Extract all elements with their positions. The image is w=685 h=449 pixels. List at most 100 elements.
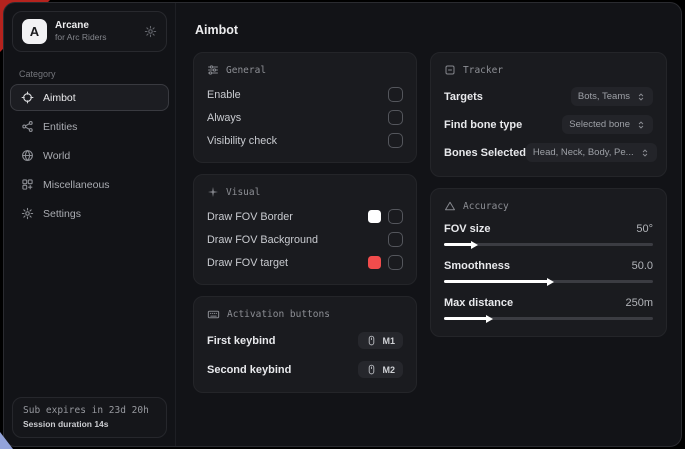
- tracker-row: Bones Selected Head, Neck, Body, Pe...: [444, 143, 653, 162]
- app-subtitle: for Arc Riders: [55, 32, 107, 43]
- app-title: Arcane: [55, 20, 107, 33]
- sidebar: A Arcane for Arc Riders Category Aimbot: [4, 3, 176, 446]
- crosshair-icon: [21, 91, 34, 104]
- find-bone-type-dropdown[interactable]: Selected bone: [562, 115, 653, 134]
- sub-expires-text: Sub expires in 23d 20h: [23, 405, 156, 416]
- setting-row: Draw FOV Border: [207, 209, 403, 224]
- slider-value: 250m: [625, 297, 653, 309]
- mouse-icon: [366, 364, 377, 375]
- sidebar-item-entities[interactable]: Entities: [10, 113, 169, 140]
- draw-fov-target-checkbox[interactable]: [388, 255, 403, 270]
- brand-card: A Arcane for Arc Riders: [12, 11, 167, 52]
- draw-fov-border-checkbox[interactable]: [388, 209, 403, 224]
- visual-card: Visual Draw FOV Border Draw FOV Backgrou…: [193, 174, 417, 285]
- setting-label: Draw FOV target: [207, 257, 288, 269]
- keybind-value: M1: [382, 336, 395, 346]
- draw-fov-background-checkbox[interactable]: [388, 232, 403, 247]
- target-icon: [444, 64, 456, 76]
- slider-label: Smoothness: [444, 260, 510, 272]
- always-checkbox[interactable]: [388, 110, 403, 125]
- unfold-icon: [636, 92, 646, 102]
- card-title: Accuracy: [463, 201, 509, 212]
- setting-row: Visibility check: [207, 133, 403, 148]
- slider-row: Max distance 250m: [444, 297, 653, 320]
- tracker-label: Bones Selected: [444, 147, 526, 159]
- card-title: Activation buttons: [227, 309, 330, 320]
- tracker-row: Targets Bots, Teams: [444, 87, 653, 106]
- fov-size-slider[interactable]: [444, 243, 653, 246]
- slider-thumb[interactable]: [547, 278, 554, 286]
- tracker-card: Tracker Targets Bots, Teams Find bone ty…: [430, 52, 667, 177]
- triangle-icon: [444, 200, 456, 212]
- slider-thumb[interactable]: [486, 315, 493, 323]
- setting-label: Draw FOV Background: [207, 234, 318, 246]
- sidebar-item-settings[interactable]: Settings: [10, 200, 169, 227]
- sidebar-item-aimbot[interactable]: Aimbot: [10, 84, 169, 111]
- unfold-icon: [640, 148, 650, 158]
- tracker-label: Targets: [444, 91, 483, 103]
- setting-row: Draw FOV Background: [207, 232, 403, 247]
- second-keybind-button[interactable]: M2: [358, 361, 403, 378]
- first-keybind-button[interactable]: M1: [358, 332, 403, 349]
- bones-selected-dropdown[interactable]: Head, Neck, Body, Pe...: [526, 143, 657, 162]
- app-window: A Arcane for Arc Riders Category Aimbot: [3, 2, 682, 447]
- page-title: Aimbot: [195, 23, 667, 37]
- slider-thumb[interactable]: [471, 241, 478, 249]
- card-title: Tracker: [463, 65, 503, 76]
- dropdown-value: Bots, Teams: [578, 91, 630, 102]
- slider-row: FOV size 50°: [444, 223, 653, 246]
- category-label: Category: [19, 69, 175, 79]
- accuracy-card: Accuracy FOV size 50°: [430, 188, 667, 337]
- targets-dropdown[interactable]: Bots, Teams: [571, 87, 653, 106]
- visibility-check-checkbox[interactable]: [388, 133, 403, 148]
- setting-row: Draw FOV target: [207, 255, 403, 270]
- fov-target-color-swatch[interactable]: [368, 256, 381, 269]
- globe-icon: [21, 149, 34, 162]
- app-logo: A: [22, 19, 47, 44]
- setting-label: Enable: [207, 89, 241, 101]
- sidebar-item-label: Settings: [43, 208, 81, 220]
- session-duration-text: Session duration 14s: [23, 419, 156, 429]
- dropdown-value: Head, Neck, Body, Pe...: [533, 147, 634, 158]
- grid-icon: [21, 178, 34, 191]
- slider-label: Max distance: [444, 297, 513, 309]
- enable-checkbox[interactable]: [388, 87, 403, 102]
- smoothness-slider[interactable]: [444, 280, 653, 283]
- keybind-row: First keybind M1: [207, 332, 403, 349]
- keybind-value: M2: [382, 365, 395, 375]
- gear-icon[interactable]: [144, 25, 157, 38]
- dropdown-value: Selected bone: [569, 119, 630, 130]
- sparkle-icon: [207, 186, 219, 198]
- tracker-row: Find bone type Selected bone: [444, 115, 653, 134]
- mouse-cursor: [0, 432, 13, 449]
- max-distance-slider[interactable]: [444, 317, 653, 320]
- main-content: Aimbot General Enable Alw: [176, 3, 681, 446]
- keybind-label: First keybind: [207, 335, 275, 347]
- fov-border-color-swatch[interactable]: [368, 210, 381, 223]
- entities-icon: [21, 120, 34, 133]
- activation-card: Activation buttons First keybind M1 Seco…: [193, 296, 417, 393]
- sidebar-item-label: World: [43, 150, 70, 162]
- gear-icon: [21, 207, 34, 220]
- sidebar-item-miscellaneous[interactable]: Miscellaneous: [10, 171, 169, 198]
- unfold-icon: [636, 120, 646, 130]
- sidebar-item-label: Entities: [43, 121, 77, 133]
- subscription-card: Sub expires in 23d 20h Session duration …: [12, 397, 167, 438]
- slider-value: 50°: [636, 223, 653, 235]
- sidebar-item-label: Aimbot: [43, 92, 76, 104]
- general-card: General Enable Always Visibility check: [193, 52, 417, 163]
- card-title: General: [226, 65, 266, 76]
- setting-label: Draw FOV Border: [207, 211, 293, 223]
- keybind-label: Second keybind: [207, 364, 291, 376]
- sidebar-item-world[interactable]: World: [10, 142, 169, 169]
- tracker-label: Find bone type: [444, 119, 522, 131]
- card-title: Visual: [226, 187, 260, 198]
- mouse-icon: [366, 335, 377, 346]
- slider-value: 50.0: [632, 260, 653, 272]
- setting-label: Always: [207, 112, 241, 124]
- sidebar-nav: Aimbot Entities World Miscellaneous: [4, 84, 175, 227]
- sliders-icon: [207, 64, 219, 76]
- setting-row: Always: [207, 110, 403, 125]
- keyboard-icon: [207, 308, 220, 321]
- setting-label: Visibility check: [207, 135, 277, 147]
